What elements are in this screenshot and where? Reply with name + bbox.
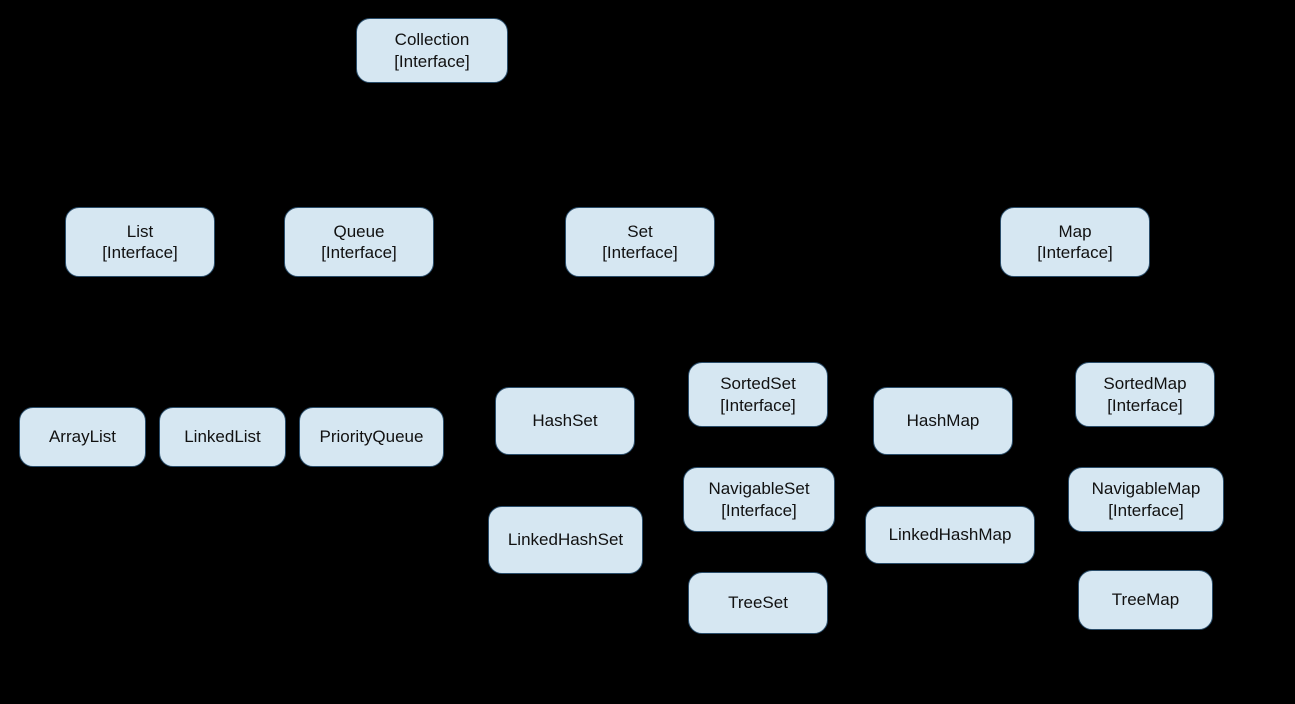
node-title: SortedSet [720,373,796,394]
node-subtitle: [Interface] [321,242,397,263]
node-title: Set [627,221,653,242]
node-treeset: TreeSet [688,572,828,634]
node-linkedhashset: LinkedHashSet [488,506,643,574]
node-subtitle: [Interface] [720,395,796,416]
node-title: TreeMap [1112,589,1179,610]
node-title: TreeSet [728,592,788,613]
node-subtitle: [Interface] [1107,395,1183,416]
node-navigablemap: NavigableMap [Interface] [1068,467,1224,532]
node-title: NavigableSet [708,478,809,499]
node-subtitle: [Interface] [394,51,470,72]
node-title: LinkedHashSet [508,529,623,550]
node-title: PriorityQueue [320,426,424,447]
node-priorityqueue: PriorityQueue [299,407,444,467]
node-queue: Queue [Interface] [284,207,434,277]
node-treemap: TreeMap [1078,570,1213,630]
node-collection: Collection [Interface] [356,18,508,83]
node-sortedmap: SortedMap [Interface] [1075,362,1215,427]
node-map: Map [Interface] [1000,207,1150,277]
node-navigableset: NavigableSet [Interface] [683,467,835,532]
node-title: SortedMap [1103,373,1186,394]
node-subtitle: [Interface] [1108,500,1184,521]
node-linkedlist: LinkedList [159,407,286,467]
node-subtitle: [Interface] [602,242,678,263]
node-linkedhashmap: LinkedHashMap [865,506,1035,564]
node-set: Set [Interface] [565,207,715,277]
node-hashmap: HashMap [873,387,1013,455]
node-title: HashMap [907,410,980,431]
node-subtitle: [Interface] [721,500,797,521]
node-title: LinkedList [184,426,261,447]
node-subtitle: [Interface] [102,242,178,263]
node-title: Map [1058,221,1091,242]
node-title: LinkedHashMap [889,524,1012,545]
node-arraylist: ArrayList [19,407,146,467]
node-title: List [127,221,153,242]
node-sortedset: SortedSet [Interface] [688,362,828,427]
node-title: Collection [395,29,470,50]
node-title: HashSet [532,410,597,431]
node-title: Queue [333,221,384,242]
node-title: NavigableMap [1092,478,1201,499]
node-list: List [Interface] [65,207,215,277]
node-subtitle: [Interface] [1037,242,1113,263]
node-hashset: HashSet [495,387,635,455]
node-title: ArrayList [49,426,116,447]
